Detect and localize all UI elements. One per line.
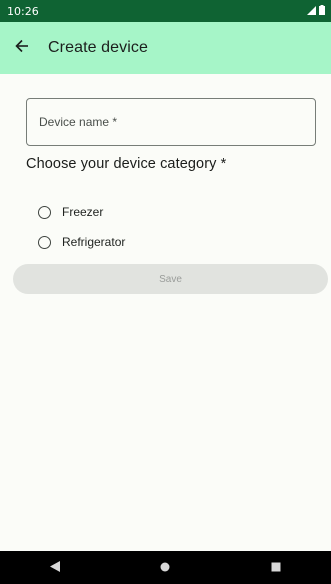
radio-label-refrigerator: Refrigerator: [62, 235, 126, 249]
category-heading: Choose your device category *: [26, 156, 227, 172]
device-name-field[interactable]: [26, 98, 316, 146]
radio-option-refrigerator[interactable]: Refrigerator: [38, 235, 125, 249]
back-button[interactable]: [0, 22, 44, 74]
signal-icon: [307, 5, 316, 18]
radio-unchecked-icon[interactable]: [38, 205, 51, 219]
nav-back-button[interactable]: [25, 551, 85, 584]
battery-icon: [319, 4, 325, 18]
nav-home-button[interactable]: [135, 551, 195, 584]
status-bar: 10:26: [0, 0, 331, 22]
device-name-input[interactable]: [27, 99, 315, 145]
radio-unchecked-icon[interactable]: [38, 235, 51, 249]
radio-label-freezer: Freezer: [62, 205, 104, 219]
page-title: Create device: [48, 39, 149, 56]
home-circle-icon: [160, 559, 170, 577]
radio-option-freezer[interactable]: Freezer: [38, 205, 103, 219]
system-nav-bar: [0, 551, 331, 584]
status-icons: [307, 4, 325, 18]
status-time: 10:26: [7, 4, 39, 18]
nav-recents-button[interactable]: [246, 551, 306, 584]
recents-square-icon: [271, 559, 281, 577]
save-button[interactable]: Save: [13, 264, 328, 294]
create-device-screen: 10:26 Create device Choose your device c…: [0, 0, 331, 584]
arrow-left-icon: [15, 39, 29, 58]
back-triangle-icon: [50, 559, 61, 577]
app-bar: Create device: [0, 22, 331, 74]
